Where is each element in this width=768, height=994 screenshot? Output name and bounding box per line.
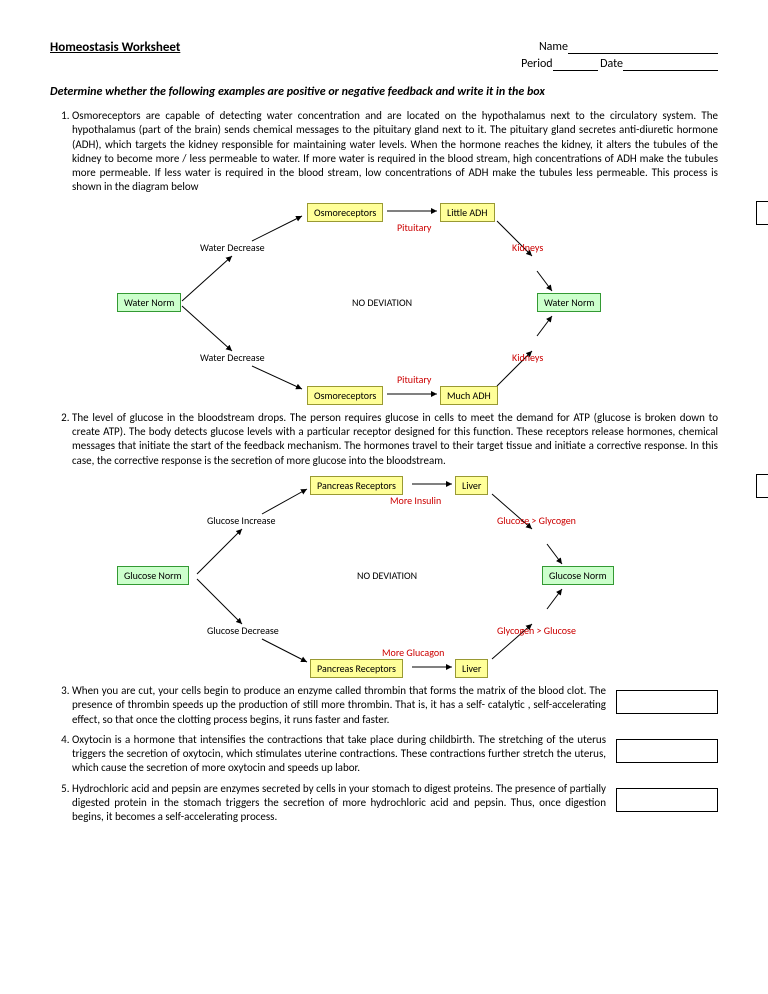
- d2-gluc-glyc: Glucose > Glycogen: [497, 514, 576, 527]
- d1-water-norm-left: Water Norm: [117, 293, 181, 312]
- d2-more-glucagon: More Glucagon: [382, 646, 444, 659]
- header-row-2: Period Date: [50, 57, 718, 71]
- diagram-2: Glucose Norm Glucose Norm Glucose Increa…: [102, 474, 718, 674]
- d2-glucose-dec: Glucose Decrease: [207, 624, 279, 637]
- d1-no-deviation: NO DEVIATION: [352, 296, 412, 309]
- question-list: Osmoreceptors are capable of detecting w…: [50, 109, 718, 825]
- d1-water-decrease-bot: Water Decrease: [200, 351, 265, 364]
- answer-box-1[interactable]: [756, 201, 768, 225]
- question-1: Osmoreceptors are capable of detecting w…: [72, 109, 718, 401]
- period-blank[interactable]: [553, 58, 598, 71]
- d2-pancreas-bot: Pancreas Receptors: [310, 659, 403, 678]
- d1-much-adh: Much ADH: [440, 386, 498, 405]
- header-row: Homeostasis Worksheet Name: [50, 40, 718, 55]
- d1-pituitary-top: Pituitary: [397, 221, 431, 234]
- answer-box-3[interactable]: [616, 690, 718, 714]
- d1-pituitary-bot: Pituitary: [397, 373, 431, 386]
- instruction-text: Determine whether the following examples…: [50, 85, 718, 99]
- d2-glucose-norm-left: Glucose Norm: [117, 566, 189, 585]
- question-3: When you are cut, your cells begin to pr…: [72, 684, 718, 727]
- d2-no-deviation: NO DEVIATION: [357, 569, 417, 582]
- d2-pancreas-top: Pancreas Receptors: [310, 476, 403, 495]
- worksheet-title: Homeostasis Worksheet: [50, 40, 180, 55]
- question-5: Hydrochloric acid and pepsin are enzymes…: [72, 782, 718, 825]
- d2-glucose-norm-right: Glucose Norm: [542, 566, 614, 585]
- answer-box-2[interactable]: [756, 474, 768, 498]
- period-date-field: Period Date: [521, 57, 718, 71]
- d1-kidneys-bot: Kidneys: [512, 351, 543, 364]
- question-4: Oxytocin is a hormone that intensifies t…: [72, 733, 718, 776]
- d2-more-insulin: More Insulin: [390, 494, 441, 507]
- d1-water-decrease-top: Water Decrease: [200, 241, 265, 254]
- d1-osmo-bot: Osmoreceptors: [307, 386, 383, 405]
- answer-box-5[interactable]: [616, 788, 718, 812]
- d2-liver-bot: Liver: [455, 659, 488, 678]
- d1-kidneys-top: Kidneys: [512, 241, 543, 254]
- question-2: The level of glucose in the bloodstream …: [72, 411, 718, 674]
- diagram-1: Water Norm Water Norm Water Decrease Wat…: [102, 201, 718, 401]
- date-blank[interactable]: [623, 58, 718, 71]
- d2-liver-top: Liver: [455, 476, 488, 495]
- name-field: Name: [539, 40, 718, 55]
- d2-glyc-gluc: Glycogen > Glucose: [497, 624, 576, 637]
- d1-osmo-top: Osmoreceptors: [307, 203, 383, 222]
- d1-little-adh: Little ADH: [440, 203, 495, 222]
- d2-glucose-inc: Glucose Increase: [207, 514, 275, 527]
- d1-water-norm-right: Water Norm: [537, 293, 601, 312]
- name-blank[interactable]: [568, 41, 718, 54]
- answer-box-4[interactable]: [616, 739, 718, 763]
